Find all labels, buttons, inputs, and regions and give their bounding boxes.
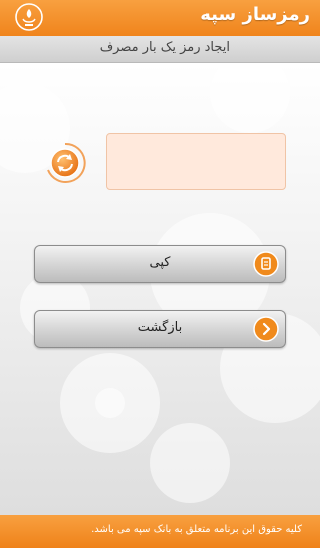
back-button-label: بازگشت bbox=[137, 320, 183, 335]
bank-sepah-emblem-icon bbox=[15, 3, 43, 31]
top-bar: رمزساز سپه bbox=[0, 0, 320, 36]
copyright-text: کلیه حقوق این برنامه متعلق به بانک سپه م… bbox=[91, 524, 302, 535]
back-button[interactable]: بازگشت bbox=[34, 310, 286, 348]
footer-bar: کلیه حقوق این برنامه متعلق به بانک سپه م… bbox=[0, 515, 320, 548]
content-area bbox=[0, 63, 320, 515]
copy-button[interactable]: کپی bbox=[34, 245, 286, 283]
bokeh-circle bbox=[210, 63, 290, 133]
copy-button-label: کپی bbox=[149, 255, 171, 270]
title-bar: ایجاد رمز یک بار مصرف bbox=[0, 36, 320, 63]
bokeh-circle bbox=[95, 388, 125, 418]
page-title: ایجاد رمز یک بار مصرف bbox=[99, 40, 230, 55]
copy-icon bbox=[253, 251, 279, 277]
chevron-right-icon bbox=[253, 316, 279, 342]
refresh-icon[interactable] bbox=[44, 142, 86, 184]
app-title: رمزساز سپه bbox=[200, 4, 310, 25]
bokeh-circle bbox=[150, 423, 230, 503]
otp-display-field[interactable] bbox=[106, 133, 286, 190]
